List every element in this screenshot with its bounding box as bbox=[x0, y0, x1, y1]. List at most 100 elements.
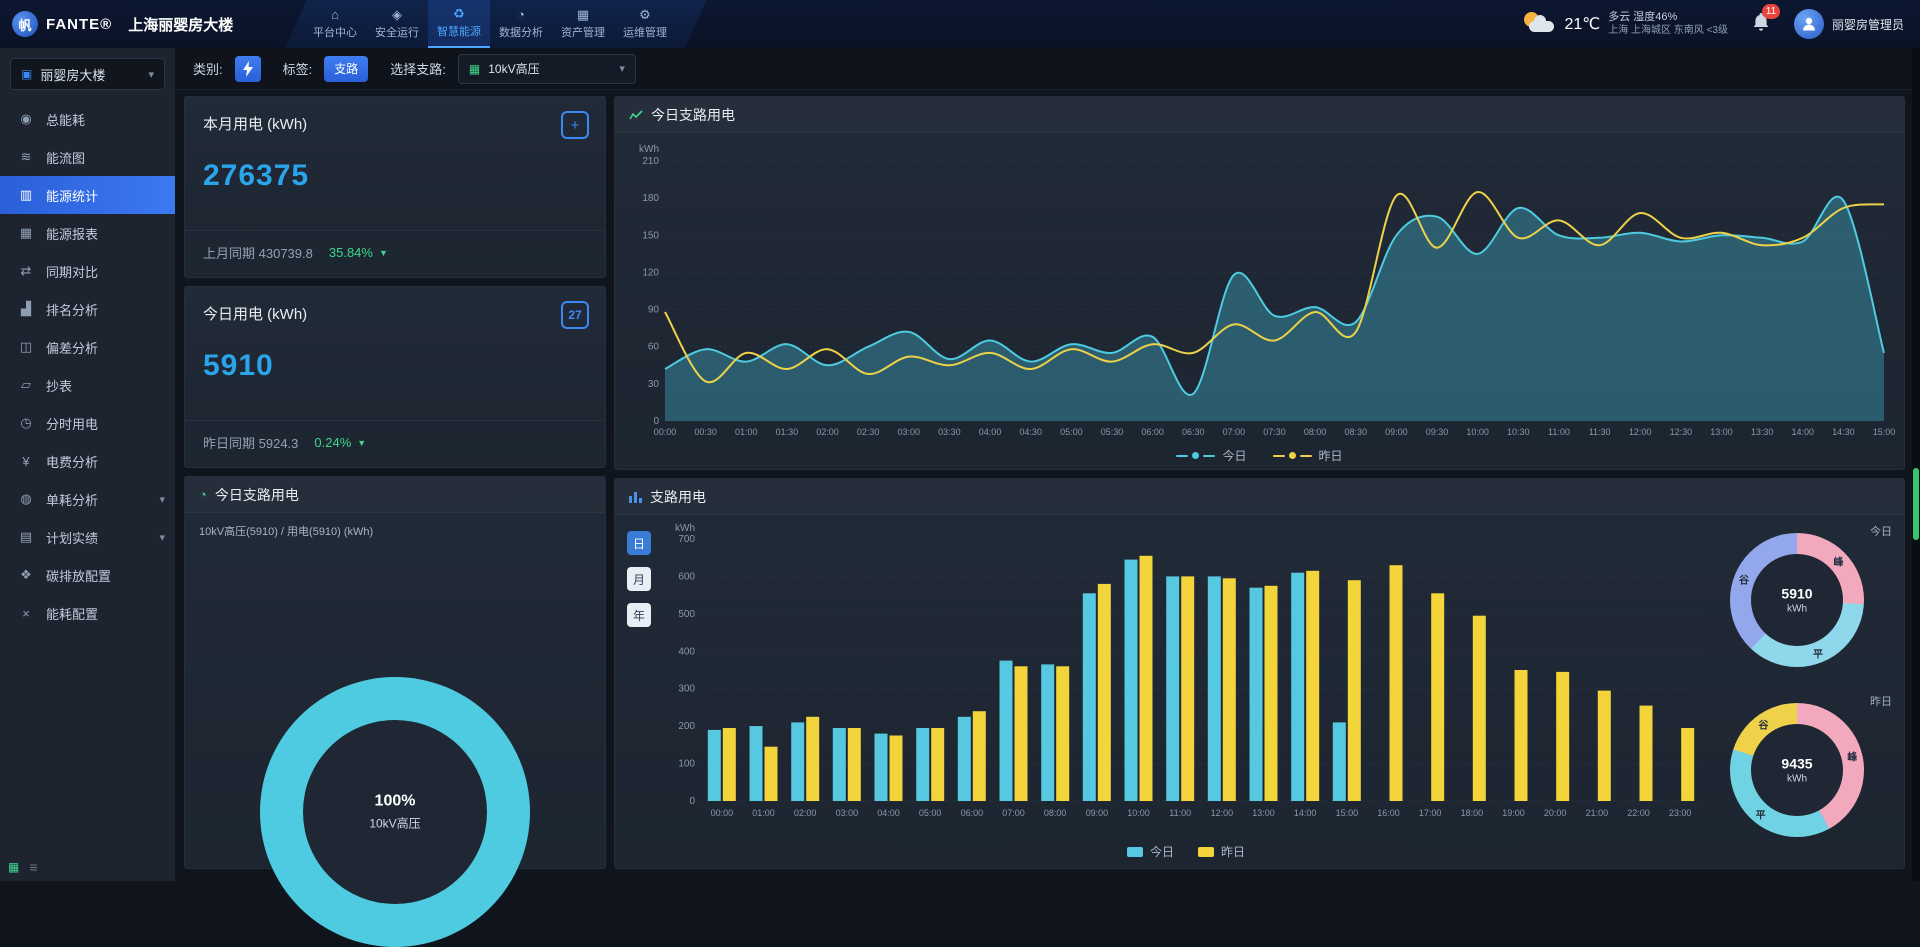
bar-card-title: 支路用电 bbox=[650, 487, 706, 507]
period-tab-月[interactable]: 月 bbox=[627, 567, 651, 591]
top-nav-资产管理[interactable]: ▦资产管理 bbox=[552, 0, 614, 48]
svg-text:02:00: 02:00 bbox=[794, 808, 817, 818]
weather-widget: 21℃ 多云 湿度46% 上海 上海城区 东南风 <3级 bbox=[1522, 10, 1728, 38]
month-power-title: 本月用电 (kWh) bbox=[185, 97, 605, 134]
sidebar-item-抄表[interactable]: ▱抄表 bbox=[0, 366, 175, 404]
building-selector[interactable]: ▣ 丽婴房大楼 ▾ bbox=[10, 58, 165, 90]
sidebar-item-label: 计划实绩 bbox=[46, 528, 147, 547]
today-power-card: 今日用电 (kWh) 27 5910 昨日同期 5924.3 0.24% ▼ bbox=[184, 286, 606, 468]
branch-bar-chart[interactable]: 0100200300400500600700kWh00:0001:0002:00… bbox=[663, 521, 1709, 823]
layout-grid-icon[interactable]: ▦ bbox=[8, 860, 19, 874]
line-chart-icon bbox=[629, 109, 643, 121]
filter-bar: 类别: 标签: 支路 选择支路: ▦ 10kV高压 ▾ bbox=[175, 48, 1920, 90]
svg-text:08:00: 08:00 bbox=[1304, 427, 1327, 437]
svg-text:16:00: 16:00 bbox=[1377, 808, 1400, 818]
legend-item-昨日[interactable]: 昨日 bbox=[1273, 447, 1343, 464]
top-nav-数据分析[interactable]: ◔数据分析 bbox=[490, 0, 552, 48]
sidebar-item-label: 排名分析 bbox=[46, 300, 165, 319]
yesterday-tou-donut-chart[interactable]: 9435 kWh 峰平谷 bbox=[1730, 703, 1864, 837]
sidebar-item-分时用电[interactable]: ◷分时用电 bbox=[0, 404, 175, 442]
period-tab-日[interactable]: 日 bbox=[627, 531, 651, 555]
top-nav: ⌂平台中心◈安全运行♻智慧能源◔数据分析▦资产管理⚙运维管理 bbox=[304, 0, 676, 48]
sidebar-item-碳排放配置[interactable]: ❖碳排放配置 bbox=[0, 556, 175, 594]
scrollbar-track[interactable] bbox=[1912, 48, 1920, 881]
donut-segment-label-平: 平 bbox=[1813, 645, 1823, 660]
menu-collapse-icon[interactable]: ≡ bbox=[29, 859, 37, 875]
calendar-day-icon[interactable]: 27 bbox=[561, 301, 589, 329]
svg-text:100: 100 bbox=[678, 759, 695, 770]
branch-donut-chart[interactable]: 100% 10kV高压 bbox=[260, 677, 530, 947]
legend-item-今日[interactable]: 今日 bbox=[1176, 447, 1246, 464]
electricity-category-button[interactable] bbox=[235, 56, 261, 82]
top-nav-label: 资产管理 bbox=[561, 24, 605, 40]
svg-text:07:30: 07:30 bbox=[1263, 427, 1286, 437]
sidebar-item-总能耗[interactable]: ◉总能耗 bbox=[0, 100, 175, 138]
category-label: 类别: bbox=[193, 59, 223, 78]
energy-config-icon: × bbox=[18, 606, 34, 621]
today-change-percent: 0.24% bbox=[314, 435, 351, 450]
branch-dropdown[interactable]: ▦ 10kV高压 ▾ bbox=[458, 54, 636, 84]
top-nav-label: 数据分析 bbox=[499, 24, 543, 40]
down-triangle-icon[interactable]: ▼ bbox=[379, 248, 388, 258]
branch-tag-button[interactable]: 支路 bbox=[324, 56, 368, 82]
down-triangle-icon[interactable]: ▼ bbox=[357, 438, 366, 448]
sidebar-item-能耗配置[interactable]: ×能耗配置 bbox=[0, 594, 175, 632]
deviation-analysis-icon: ◫ bbox=[18, 339, 34, 355]
sidebar-item-能流图[interactable]: ≋能流图 bbox=[0, 138, 175, 176]
top-nav-安全运行[interactable]: ◈安全运行 bbox=[366, 0, 428, 48]
period-tab-年[interactable]: 年 bbox=[627, 603, 651, 627]
svg-text:0: 0 bbox=[653, 416, 659, 427]
sidebar-item-能源报表[interactable]: ▦能源报表 bbox=[0, 214, 175, 252]
svg-text:20:00: 20:00 bbox=[1544, 808, 1567, 818]
sidebar-item-同期对比[interactable]: ⇄同期对比 bbox=[0, 252, 175, 290]
today-tou-donut-chart[interactable]: 5910 kWh 峰平谷 bbox=[1730, 533, 1864, 667]
sidebar-item-能源统计[interactable]: ▥能源统计 bbox=[0, 176, 175, 214]
svg-text:01:30: 01:30 bbox=[776, 427, 799, 437]
month-power-value: 276375 bbox=[203, 159, 309, 193]
donut-segment-label-谷: 谷 bbox=[1739, 572, 1749, 587]
yesterday-donut-tag: 昨日 bbox=[1870, 693, 1892, 709]
legend-item-昨日[interactable]: 昨日 bbox=[1198, 843, 1245, 860]
total-energy-icon: ◉ bbox=[18, 111, 34, 127]
today-donut-value: 5910 bbox=[1781, 586, 1812, 602]
top-nav-label: 平台中心 bbox=[313, 24, 357, 40]
svg-text:kWh: kWh bbox=[675, 523, 695, 534]
today-donut-unit: kWh bbox=[1781, 604, 1812, 615]
sidebar-item-电费分析[interactable]: ¥电费分析 bbox=[0, 442, 175, 480]
sidebar-item-计划实绩[interactable]: ▤计划实绩▾ bbox=[0, 518, 175, 556]
svg-text:00:00: 00:00 bbox=[654, 427, 677, 437]
svg-text:180: 180 bbox=[642, 193, 659, 204]
today-compare-label: 昨日同期 5924.3 bbox=[203, 433, 298, 452]
top-nav-智慧能源[interactable]: ♻智慧能源 bbox=[428, 0, 490, 48]
notifications-bell[interactable]: 11 bbox=[1752, 12, 1770, 37]
sidebar-item-偏差分析[interactable]: ◫偏差分析 bbox=[0, 328, 175, 366]
pie-clock-icon: ◔ bbox=[199, 487, 207, 502]
top-nav-运维管理[interactable]: ⚙运维管理 bbox=[614, 0, 676, 48]
user-menu[interactable]: 丽婴房管理员 bbox=[1794, 9, 1904, 39]
topbar-right: 21℃ 多云 湿度46% 上海 上海城区 东南风 <3级 11 丽婴房管理员 bbox=[1522, 9, 1920, 39]
top-nav-平台中心[interactable]: ⌂平台中心 bbox=[304, 0, 366, 48]
sidebar-item-label: 能源统计 bbox=[46, 186, 165, 205]
sidebar-item-单耗分析[interactable]: ◍单耗分析▾ bbox=[0, 480, 175, 518]
today-power-value: 5910 bbox=[203, 349, 274, 383]
chevron-down-icon: ▾ bbox=[159, 493, 165, 506]
today-branch-line-chart[interactable]: 0306090120150180210kWh00:0000:3001:0001:… bbox=[621, 137, 1898, 441]
svg-text:21:00: 21:00 bbox=[1586, 808, 1609, 818]
svg-text:60: 60 bbox=[648, 342, 660, 353]
svg-text:10:00: 10:00 bbox=[1127, 808, 1150, 818]
yesterday-donut-value: 9435 bbox=[1781, 756, 1812, 772]
svg-text:03:00: 03:00 bbox=[836, 808, 859, 818]
calendar-add-icon[interactable]: + bbox=[561, 111, 589, 139]
brand: 帆 FANTE® 上海丽婴房大楼 bbox=[0, 11, 233, 37]
sidebar: ▣ 丽婴房大楼 ▾ ◉总能耗≋能流图▥能源统计▦能源报表⇄同期对比▟排名分析◫偏… bbox=[0, 48, 175, 881]
legend-item-今日[interactable]: 今日 bbox=[1127, 843, 1174, 860]
svg-text:06:30: 06:30 bbox=[1182, 427, 1205, 437]
svg-text:09:00: 09:00 bbox=[1385, 427, 1408, 437]
svg-text:23:00: 23:00 bbox=[1669, 808, 1692, 818]
scrollbar-thumb[interactable] bbox=[1913, 468, 1919, 540]
sidebar-item-排名分析[interactable]: ▟排名分析 bbox=[0, 290, 175, 328]
svg-text:02:00: 02:00 bbox=[816, 427, 839, 437]
today-power-title: 今日用电 (kWh) bbox=[185, 287, 605, 324]
location-pin-icon: ▣ bbox=[21, 67, 32, 81]
smart-energy-icon: ♻ bbox=[453, 7, 465, 21]
